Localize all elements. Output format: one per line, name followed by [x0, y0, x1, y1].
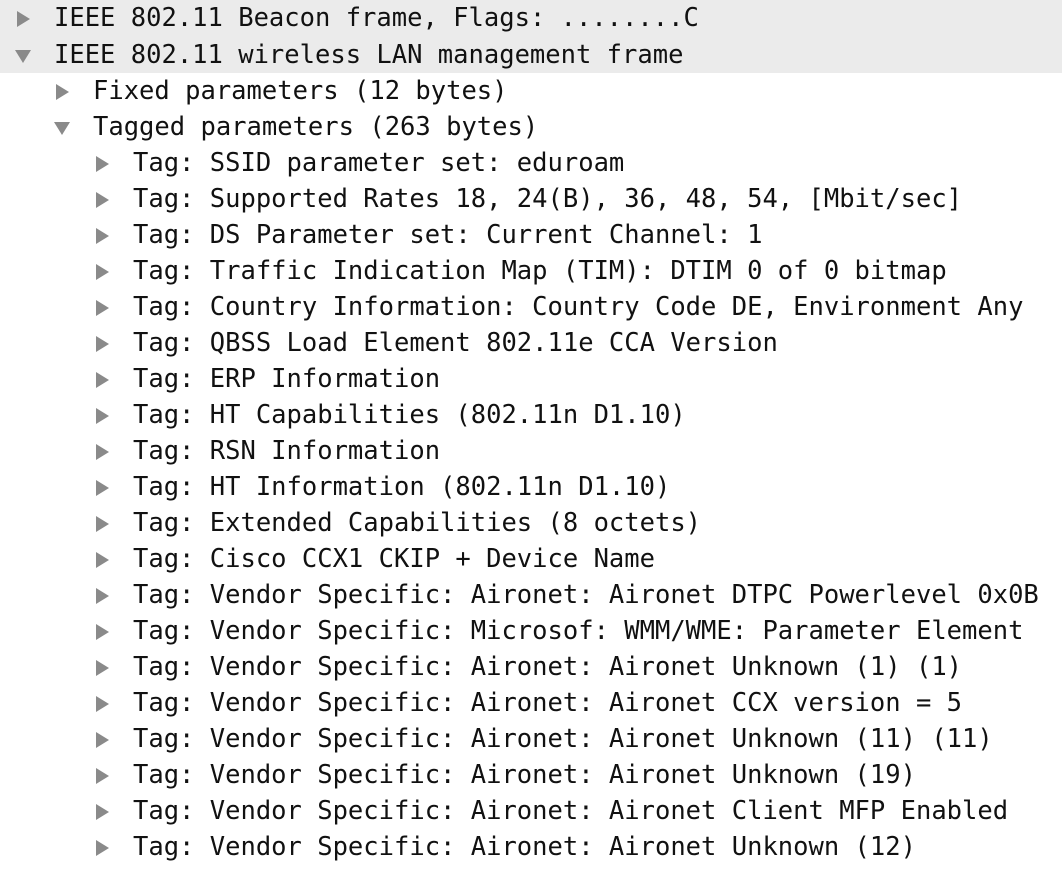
tree-row-label: Tag: Vendor Specific: Aironet: Aironet U… — [133, 652, 963, 682]
disclosure-triangle-right-icon[interactable] — [14, 0, 38, 36]
disclosure-triangle-right-icon[interactable] — [93, 613, 117, 649]
disclosure-triangle-right-icon[interactable] — [93, 325, 117, 361]
tree-row-tag[interactable]: Tag: Vendor Specific: Aironet: Aironet C… — [0, 685, 1062, 721]
tree-row-label: Tag: QBSS Load Element 802.11e CCA Versi… — [133, 328, 778, 358]
tree-row-tag[interactable]: Tag: DS Parameter set: Current Channel: … — [0, 217, 1062, 253]
disclosure-triangle-right-icon[interactable] — [93, 793, 117, 829]
tree-row-label: Tag: Traffic Indication Map (TIM): DTIM … — [133, 256, 947, 286]
tree-row-tag[interactable]: Tag: Vendor Specific: Aironet: Aironet U… — [0, 829, 1062, 865]
tree-row-tag[interactable]: Tag: Cisco CCX1 CKIP + Device Name — [0, 541, 1062, 577]
tree-row-tag[interactable]: Tag: ERP Information — [0, 361, 1062, 397]
disclosure-triangle-right-icon[interactable] — [93, 433, 117, 469]
disclosure-triangle-right-icon[interactable] — [93, 757, 117, 793]
tree-row-tag[interactable]: Tag: SSID parameter set: eduroam — [0, 145, 1062, 181]
tree-row-label: Tagged parameters (263 bytes) — [93, 112, 539, 142]
disclosure-triangle-right-icon[interactable] — [93, 829, 117, 865]
tree-row-tag[interactable]: Tag: Vendor Specific: Microsof: WMM/WME:… — [0, 613, 1062, 649]
disclosure-triangle-down-icon[interactable] — [14, 37, 38, 73]
tree-row-tag[interactable]: Tag: HT Capabilities (802.11n D1.10) — [0, 397, 1062, 433]
tree-row-fixed-parameters[interactable]: Fixed parameters (12 bytes) — [0, 73, 1062, 109]
disclosure-triangle-right-icon[interactable] — [93, 217, 117, 253]
disclosure-triangle-right-icon[interactable] — [93, 397, 117, 433]
disclosure-triangle-right-icon[interactable] — [93, 469, 117, 505]
disclosure-triangle-right-icon[interactable] — [93, 181, 117, 217]
disclosure-triangle-down-icon[interactable] — [53, 109, 77, 145]
disclosure-triangle-right-icon[interactable] — [53, 73, 77, 109]
tree-row-label: Tag: Vendor Specific: Aironet: Aironet C… — [133, 688, 963, 718]
tree-row-label: Tag: Vendor Specific: Microsof: WMM/WME:… — [133, 616, 1024, 646]
tree-row-label: Tag: Supported Rates 18, 24(B), 36, 48, … — [133, 184, 963, 214]
tree-row-tag[interactable]: Tag: Vendor Specific: Aironet: Aironet C… — [0, 793, 1062, 829]
tree-row-label: Tag: Vendor Specific: Aironet: Aironet U… — [133, 760, 916, 790]
tree-row-label: Tag: ERP Information — [133, 364, 441, 394]
tree-row-label: Fixed parameters (12 bytes) — [93, 76, 508, 106]
disclosure-triangle-right-icon[interactable] — [93, 253, 117, 289]
tree-row-label: Tag: Country Information: Country Code D… — [133, 292, 1024, 322]
tree-row-beacon-frame[interactable]: IEEE 802.11 Beacon frame, Flags: .......… — [0, 0, 1062, 37]
tree-row-tag[interactable]: Tag: Vendor Specific: Aironet: Aironet D… — [0, 577, 1062, 613]
tree-row-tag[interactable]: Tag: Vendor Specific: Aironet: Aironet U… — [0, 757, 1062, 793]
tree-row-management-frame[interactable]: IEEE 802.11 wireless LAN management fram… — [0, 37, 1062, 73]
disclosure-triangle-right-icon[interactable] — [93, 289, 117, 325]
tree-row-label: Tag: DS Parameter set: Current Channel: … — [133, 220, 763, 250]
tree-row-tag[interactable]: Tag: Vendor Specific: Aironet: Aironet U… — [0, 649, 1062, 685]
tree-row-tag[interactable]: Tag: Vendor Specific: Aironet: Aironet U… — [0, 721, 1062, 757]
tree-row-label: Tag: Cisco CCX1 CKIP + Device Name — [133, 544, 655, 574]
disclosure-triangle-right-icon[interactable] — [93, 145, 117, 181]
tree-row-label: Tag: RSN Information — [133, 436, 441, 466]
packet-details-tree: IEEE 802.11 Beacon frame, Flags: .......… — [0, 0, 1062, 874]
disclosure-triangle-right-icon[interactable] — [93, 685, 117, 721]
tree-row-tagged-parameters[interactable]: Tagged parameters (263 bytes) — [0, 109, 1062, 145]
tree-row-label: Tag: SSID parameter set: eduroam — [133, 148, 625, 178]
tree-row-tag[interactable]: Tag: Supported Rates 18, 24(B), 36, 48, … — [0, 181, 1062, 217]
tree-row-tag[interactable]: Tag: RSN Information — [0, 433, 1062, 469]
tree-row-label: Tag: Vendor Specific: Aironet: Aironet C… — [133, 796, 1009, 826]
tree-row-tag[interactable]: Tag: Country Information: Country Code D… — [0, 289, 1062, 325]
tree-row-label: Tag: HT Information (802.11n D1.10) — [133, 472, 671, 502]
tree-row-label: IEEE 802.11 wireless LAN management fram… — [54, 40, 684, 70]
tree-row-label: Tag: Vendor Specific: Aironet: Aironet U… — [133, 724, 993, 754]
tree-row-label: Tag: Vendor Specific: Aironet: Aironet U… — [133, 832, 916, 862]
tree-row-label: Tag: Extended Capabilities (8 octets) — [133, 508, 702, 538]
tree-row-tag[interactable]: Tag: Extended Capabilities (8 octets) — [0, 505, 1062, 541]
disclosure-triangle-right-icon[interactable] — [93, 541, 117, 577]
tree-row-label: Tag: Vendor Specific: Aironet: Aironet D… — [133, 580, 1039, 610]
disclosure-triangle-right-icon[interactable] — [93, 721, 117, 757]
disclosure-triangle-right-icon[interactable] — [93, 361, 117, 397]
tree-row-label: Tag: HT Capabilities (802.11n D1.10) — [133, 400, 686, 430]
disclosure-triangle-right-icon[interactable] — [93, 649, 117, 685]
tree-row-tag[interactable]: Tag: Traffic Indication Map (TIM): DTIM … — [0, 253, 1062, 289]
tree-row-tag[interactable]: Tag: HT Information (802.11n D1.10) — [0, 469, 1062, 505]
tree-row-tag[interactable]: Tag: QBSS Load Element 802.11e CCA Versi… — [0, 325, 1062, 361]
tree-row-label: IEEE 802.11 Beacon frame, Flags: .......… — [54, 3, 699, 33]
disclosure-triangle-right-icon[interactable] — [93, 577, 117, 613]
disclosure-triangle-right-icon[interactable] — [93, 505, 117, 541]
